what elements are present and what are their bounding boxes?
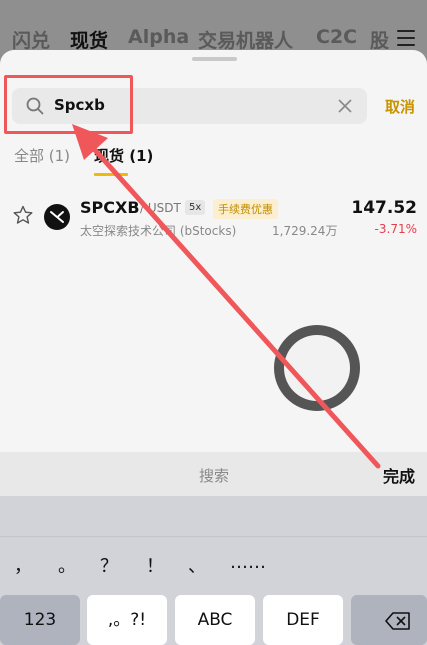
punct-comma[interactable]: ， [14,552,32,578]
quote-currency: / USDT [140,201,181,215]
tab-spot[interactable]: 现货 (1) [94,145,153,166]
key-punctuation[interactable]: ,。?! [87,595,167,645]
bg-tab-stocks: 股 [370,30,390,52]
sheet-drag-handle[interactable] [192,57,237,61]
bg-tab-bots: 交易机器人 [198,30,294,52]
clear-icon[interactable] [336,97,354,115]
last-price: 147.52 [351,198,417,218]
punct-period[interactable]: 。 [58,552,76,578]
tab-all[interactable]: 全部 (1) [14,145,70,166]
symbol: SPCXB [80,198,140,217]
bg-tab-c2c: C2C [316,26,358,48]
volume: 1,729.24万 [272,224,338,238]
backspace-key[interactable] [351,595,427,645]
fee-discount-badge: 手续费优惠 [213,199,278,219]
background-top-nav: 闪兑 现货 Alpha 交易机器人 C2C 股 [0,0,427,56]
keyboard-accessory-bar: 搜索 完成 [0,452,427,496]
key-numbers[interactable]: 123 [0,595,80,645]
punct-exclaim[interactable]: ！ [146,552,164,578]
bg-tab-alpha: Alpha [128,26,190,48]
menu-icon [397,30,415,46]
done-button[interactable]: 完成 [383,463,415,487]
punct-question[interactable]: ？ [100,552,118,578]
bg-tab-convert: 闪兑 [12,30,51,52]
annotation-highlight-box [4,75,133,134]
search-key-hint: 搜索 [199,467,230,485]
cancel-button[interactable]: 取消 [385,96,415,117]
active-tab-indicator [94,173,128,176]
backspace-icon [385,612,410,630]
spacex-logo-icon [44,204,70,230]
punct-enum-comma[interactable]: 、 [188,552,206,578]
bg-tab-spot: 现货 [70,30,109,52]
punct-ellipsis[interactable]: …… [230,552,266,573]
keyboard: ， 。 ？ ！ 、 …… 123 ,。?! ABC DEF [0,496,427,645]
price-change: -3.71% [374,222,417,236]
keyboard-divider [0,536,427,537]
key-def[interactable]: DEF [263,595,343,645]
leverage-badge: 5x [185,200,206,215]
search-result-row[interactable]: SPCXB / USDT 5x 手续费优惠 太空探索技术公司 (bStocks)… [0,190,427,250]
star-icon[interactable] [13,205,33,225]
key-abc[interactable]: ABC [175,595,255,645]
asset-name: 太空探索技术公司 (bStocks) [80,224,237,238]
assistive-touch-button[interactable] [274,325,360,411]
